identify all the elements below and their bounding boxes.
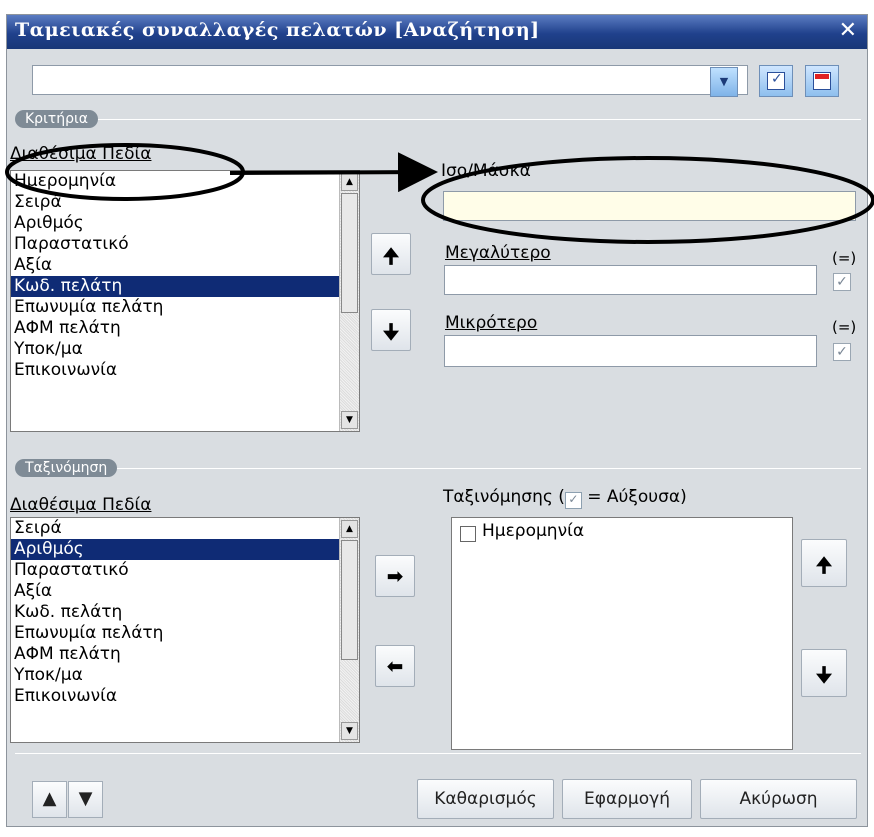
- greater-inclusive-label: (=): [832, 249, 857, 267]
- sort-move-up-button[interactable]: 🠉: [801, 539, 847, 587]
- less-inclusive-checkbox[interactable]: ✓: [833, 343, 851, 361]
- sorting-divider: [15, 468, 861, 469]
- sort-order-list[interactable]: Ημερομηνία: [451, 517, 793, 750]
- scroll-thumb[interactable]: [341, 193, 358, 313]
- arrow-left-icon: ⬅: [386, 654, 404, 678]
- sorting-group-label: Ταξινόμηση: [15, 459, 118, 477]
- list-item[interactable]: Επικοινωνία: [11, 686, 359, 707]
- list-item[interactable]: Υποκ/μα: [11, 339, 359, 360]
- document-delete-icon: [813, 72, 831, 90]
- document-check-icon: [767, 71, 785, 90]
- arrow-down-icon: 🠋: [815, 663, 833, 687]
- close-icon[interactable]: ✕: [839, 18, 857, 43]
- sorting-scrollbar[interactable]: ▲ ▼: [339, 518, 359, 742]
- apply-button[interactable]: Εφαρμογή: [562, 779, 692, 819]
- list-item[interactable]: Υποκ/μα: [11, 665, 359, 686]
- criteria-group-label: Κριτήρια: [15, 110, 98, 128]
- less-inclusive-label: (=): [832, 318, 857, 336]
- scroll-up-icon[interactable]: ▲: [341, 173, 358, 191]
- criteria-fields-list[interactable]: Ημερομηνία Σειρά Αριθμός Παραστατικό Αξία Κωδ…: [10, 170, 360, 432]
- criteria-scrollbar[interactable]: ▲ ▼: [339, 171, 359, 431]
- arrow-up-icon: 🠉: [815, 553, 833, 577]
- list-item[interactable]: Ημερομηνία: [11, 171, 359, 192]
- footer-divider: [15, 753, 861, 754]
- criteria-divider: [15, 119, 861, 120]
- sort-order-label: Ταξινόμησης (✓ = Αύξουσα): [443, 487, 687, 509]
- apply-button-label: Εφαρμογή: [583, 789, 670, 809]
- scroll-down-icon[interactable]: ▼: [341, 411, 358, 429]
- arrow-up-icon: 🠉: [382, 244, 400, 268]
- criteria-move-up-button[interactable]: 🠉: [371, 233, 411, 275]
- criteria-fields-label: Διαθέσιμα Πεδία: [10, 144, 152, 164]
- clear-button-label: Καθαρισμός: [434, 789, 537, 809]
- sort-move-down-button[interactable]: 🠋: [801, 649, 847, 697]
- window-title: Ταμειακές συναλλαγές πελατών [Αναζήτηση]: [15, 19, 540, 41]
- sort-list-item[interactable]: Ημερομηνία: [452, 518, 792, 542]
- arrow-down-icon: 🠋: [382, 320, 400, 344]
- list-item[interactable]: Σειρά: [11, 518, 359, 539]
- remove-sort-button[interactable]: ⬅: [375, 645, 415, 687]
- dialog-window: Ταμειακές συναλλαγές πελατών [Αναζήτηση]…: [6, 14, 868, 827]
- save-preset-button[interactable]: [759, 65, 793, 97]
- list-item[interactable]: Αξία: [11, 581, 359, 602]
- ascending-checkbox[interactable]: [460, 526, 476, 542]
- title-bar[interactable]: Ταμειακές συναλλαγές πελατών [Αναζήτηση]…: [7, 15, 867, 49]
- list-item[interactable]: Επικοινωνία: [11, 360, 359, 381]
- nav-down-button[interactable]: ▼: [68, 781, 103, 818]
- list-item[interactable]: Επωνυμία πελάτη: [11, 623, 359, 644]
- greater-input[interactable]: [444, 265, 817, 295]
- cancel-button-label: Ακύρωση: [739, 789, 818, 809]
- greater-inclusive-checkbox[interactable]: ✓: [833, 273, 851, 291]
- cancel-button[interactable]: Ακύρωση: [700, 779, 857, 819]
- list-item[interactable]: Σειρά: [11, 192, 359, 213]
- sorting-fields-list[interactable]: Σειρά Αριθμός Παραστατικό Αξία Κωδ. πελάτη Επ…: [10, 517, 360, 743]
- list-item[interactable]: Κωδ. πελάτη: [11, 602, 359, 623]
- add-sort-button[interactable]: ➡: [375, 555, 415, 597]
- delete-preset-button[interactable]: [805, 65, 839, 97]
- equal-mask-input[interactable]: [443, 191, 856, 221]
- scroll-up-icon[interactable]: ▲: [341, 520, 358, 538]
- list-item[interactable]: ΑΦΜ πελάτη: [11, 644, 359, 665]
- less-input[interactable]: [444, 335, 817, 367]
- nav-up-button[interactable]: ▲: [32, 781, 67, 818]
- list-item[interactable]: Αριθμός: [11, 539, 359, 560]
- chevron-down-icon[interactable]: ▼: [710, 67, 738, 97]
- arrow-right-icon: ➡: [386, 564, 404, 588]
- list-item[interactable]: Κωδ. πελάτη: [11, 276, 359, 297]
- list-item[interactable]: ΑΦΜ πελάτη: [11, 318, 359, 339]
- list-item[interactable]: Παραστατικό: [11, 234, 359, 255]
- ascending-legend-checkbox-icon: ✓: [564, 492, 582, 509]
- scroll-thumb[interactable]: [341, 540, 358, 660]
- preset-combo[interactable]: [32, 65, 748, 95]
- equal-mask-label: Ισο/Μάσκα: [441, 161, 531, 181]
- less-label: Μικρότερο: [445, 313, 538, 333]
- greater-label: Μεγαλύτερο: [445, 243, 551, 263]
- sorting-fields-label: Διαθέσιμα Πεδία: [10, 495, 152, 515]
- clear-button[interactable]: Καθαρισμός: [417, 779, 554, 819]
- list-item[interactable]: Αξία: [11, 255, 359, 276]
- list-item[interactable]: Αριθμός: [11, 213, 359, 234]
- scroll-down-icon[interactable]: ▼: [341, 722, 358, 740]
- sort-item-label: Ημερομηνία: [482, 521, 585, 541]
- list-item[interactable]: Παραστατικό: [11, 560, 359, 581]
- list-item[interactable]: Επωνυμία πελάτη: [11, 297, 359, 318]
- criteria-move-down-button[interactable]: 🠋: [371, 309, 411, 351]
